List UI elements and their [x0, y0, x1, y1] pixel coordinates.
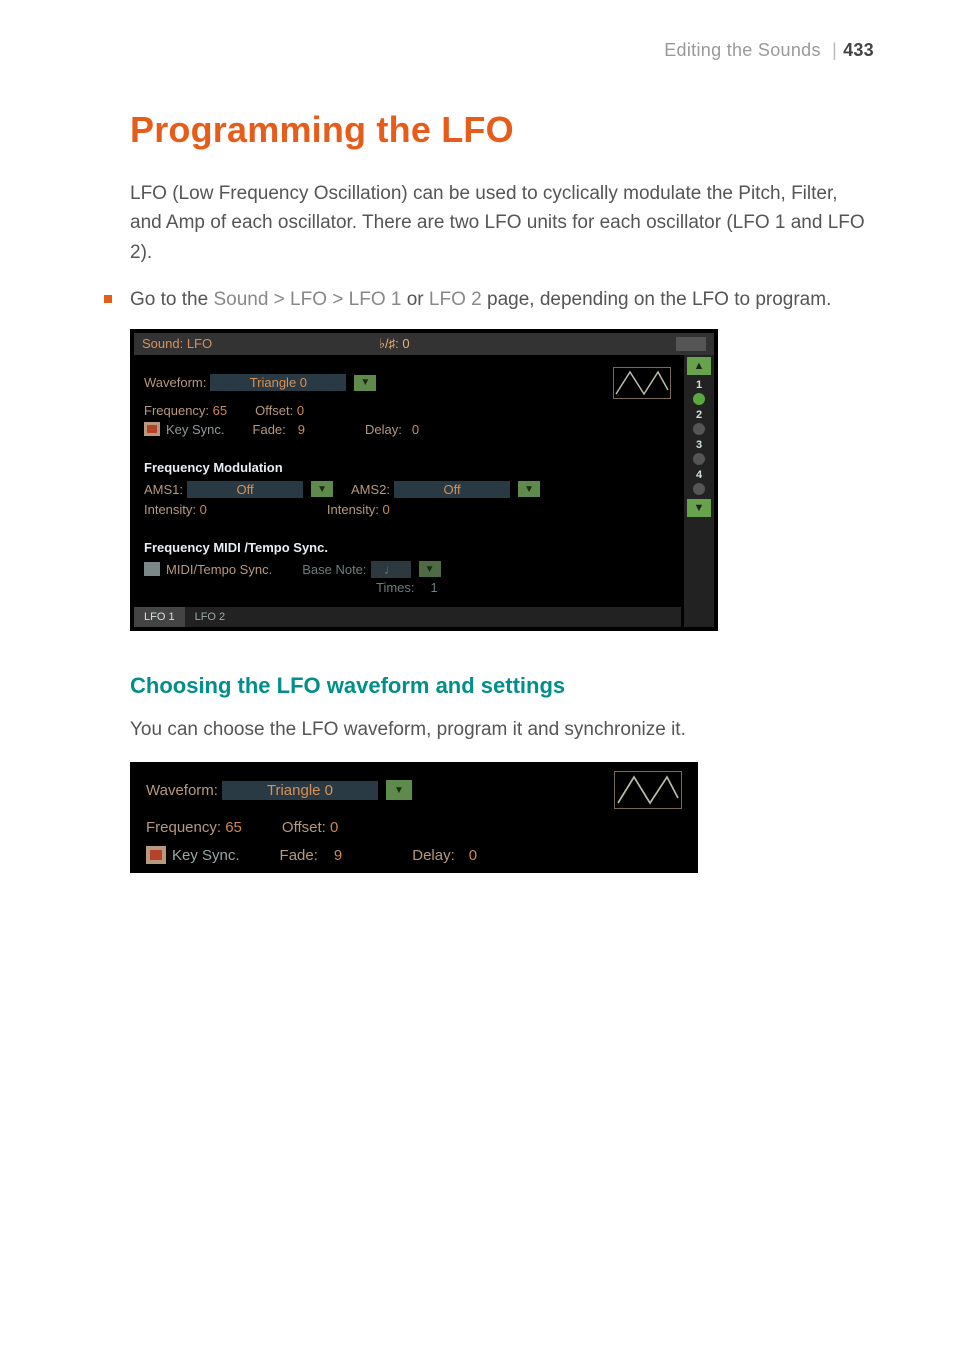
waveform-panel-screenshot: Waveform: Triangle 0 Frequency: 65 Offse… [130, 762, 698, 873]
ams1-value[interactable]: Off [187, 481, 303, 498]
offset-label: Offset: [255, 403, 293, 418]
intro-paragraph: LFO (Low Frequency Oscillation) can be u… [130, 179, 874, 267]
lfo-editor-screenshot: Sound: LFO ♭/♯: 0 Waveform: Triangle 0 [130, 329, 718, 631]
ams2-value[interactable]: Off [394, 481, 510, 498]
tempo-sync-label: MIDI/Tempo Sync. [166, 562, 272, 577]
titlebar-menu-icon[interactable] [676, 337, 706, 351]
s2-keysync-label: Key Sync. [172, 847, 240, 864]
osc-slot-1[interactable]: 1 [687, 379, 711, 405]
nav-post: page, depending on the LFO to program. [482, 289, 832, 310]
fade-label: Fade: [253, 422, 286, 437]
ams2-dropdown-icon[interactable] [518, 481, 540, 497]
osc-led-1 [693, 393, 705, 405]
subsection-heading: Choosing the LFO waveform and settings [130, 673, 874, 699]
base-note-label: Base Note: [302, 562, 366, 577]
delay-label: Delay: [365, 422, 402, 437]
ams2-label: AMS2: [351, 482, 390, 497]
tab-lfo2[interactable]: LFO 2 [185, 607, 236, 627]
s2-delay-value[interactable]: 0 [469, 847, 477, 864]
header-divider: | [832, 40, 837, 60]
osc-led-4 [693, 483, 705, 495]
osc-slot-3[interactable]: 3 [687, 439, 711, 465]
bullet-icon [104, 295, 112, 303]
offset-value[interactable]: 0 [297, 403, 304, 418]
titlebar-center: ♭/♯: 0 [379, 336, 676, 352]
fade-value[interactable]: 9 [298, 422, 305, 437]
osc-scroll-down-icon[interactable]: ▼ [687, 499, 711, 517]
lfo-tabs: LFO 1 LFO 2 [134, 607, 681, 627]
nav-bullet: Go to the Sound > LFO > LFO 1 or LFO 2 p… [130, 285, 874, 314]
osc-slot-4[interactable]: 4 [687, 469, 711, 495]
header-page-number: 433 [843, 40, 874, 60]
ams1-dropdown-icon[interactable] [311, 481, 333, 497]
freqmod-title: Frequency Modulation [134, 456, 681, 475]
osc-slot-2[interactable]: 2 [687, 409, 711, 435]
titlebar-left: Sound: LFO [142, 336, 379, 351]
ams1-label: AMS1: [144, 482, 183, 497]
s2-fade-label: Fade: [280, 847, 318, 864]
s2-frequency-label: Frequency: [146, 819, 221, 836]
keysync-checkbox[interactable] [144, 422, 160, 436]
times-value[interactable]: 1 [431, 580, 438, 595]
s2-keysync-checkbox[interactable] [146, 846, 166, 864]
waveform-label: Waveform: [144, 375, 206, 390]
page-title: Programming the LFO [130, 109, 874, 151]
waveform-preview-icon [613, 367, 671, 399]
s2-waveform-label: Waveform: [146, 782, 218, 799]
osc-led-3 [693, 453, 705, 465]
intensity2-label: Intensity: [327, 502, 379, 517]
nav-instruction: Go to the Sound > LFO > LFO 1 or LFO 2 p… [130, 285, 831, 314]
s2-frequency-value[interactable]: 65 [225, 819, 242, 836]
s2-offset-value[interactable]: 0 [330, 819, 338, 836]
waveform-dropdown-icon[interactable] [354, 375, 376, 391]
oscillator-sidebar: ▲ 1 2 3 4 ▼ [681, 355, 714, 627]
keysync-label: Key Sync. [166, 422, 225, 437]
waveform-panel: Waveform: Triangle 0 Frequency: 65 Offse… [134, 355, 681, 449]
tempo-title: Frequency MIDI /Tempo Sync. [134, 536, 681, 555]
osc-led-2 [693, 423, 705, 435]
frequency-label: Frequency: [144, 403, 209, 418]
nav-pre: Go to the [130, 289, 213, 310]
delay-value[interactable]: 0 [412, 422, 419, 437]
waveform-value[interactable]: Triangle 0 [210, 374, 346, 391]
nav-path-2: LFO 2 [429, 289, 482, 310]
s2-fade-value[interactable]: 9 [334, 847, 342, 864]
base-note-value[interactable]: ♩ [371, 561, 411, 578]
nav-mid: or [401, 289, 428, 310]
subsection-text: You can choose the LFO waveform, program… [130, 715, 874, 744]
tab-lfo1[interactable]: LFO 1 [134, 607, 185, 627]
osc-scroll-up-icon[interactable]: ▲ [687, 357, 711, 375]
editor-titlebar: Sound: LFO ♭/♯: 0 [134, 333, 714, 355]
s2-waveform-preview-icon [614, 771, 682, 809]
s2-waveform-dropdown-icon[interactable] [386, 780, 412, 800]
intensity2-value[interactable]: 0 [383, 502, 390, 517]
frequency-value[interactable]: 65 [213, 403, 227, 418]
tempo-sync-checkbox[interactable] [144, 562, 160, 576]
s2-delay-label: Delay: [412, 847, 455, 864]
s2-waveform-value[interactable]: Triangle 0 [222, 781, 378, 800]
times-label: Times: [376, 580, 415, 595]
s2-offset-label: Offset: [282, 819, 326, 836]
intensity1-value[interactable]: 0 [200, 502, 207, 517]
intensity1-label: Intensity: [144, 502, 196, 517]
header-section: Editing the Sounds [664, 40, 821, 60]
page-header: Editing the Sounds | 433 [130, 40, 874, 61]
base-note-dropdown-icon[interactable] [419, 561, 441, 577]
nav-path-1: Sound > LFO > LFO 1 [213, 289, 401, 310]
